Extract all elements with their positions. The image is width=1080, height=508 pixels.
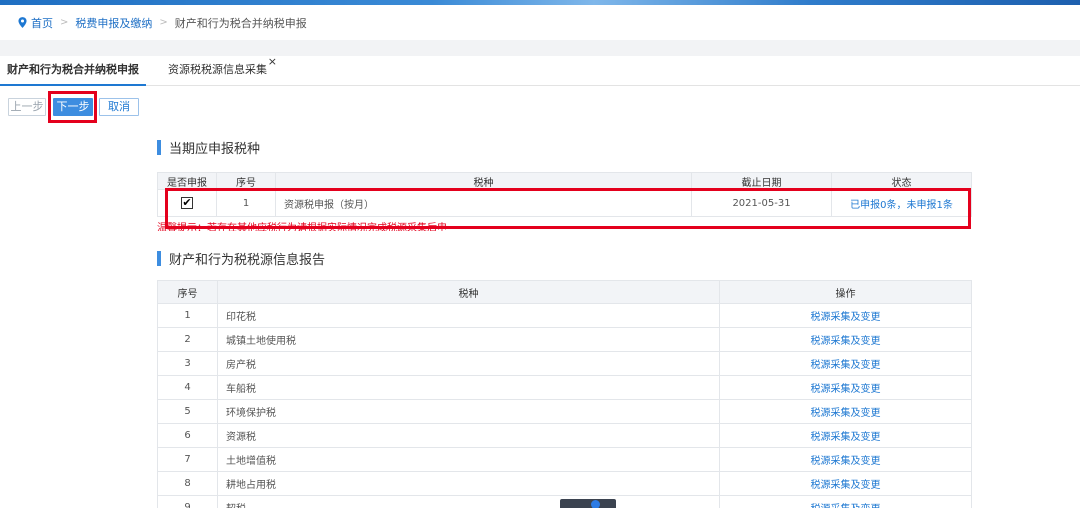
- table-header-row: 序号 税种 操作: [157, 280, 972, 304]
- section-title-text: 财产和行为税税源信息报告: [169, 253, 326, 268]
- breadcrumb-current: 财产和行为税合并纳税申报: [174, 16, 307, 30]
- table-row: 6 资源税 税源采集及变更: [157, 423, 972, 448]
- section-title-current-period: 当期应申报税种: [157, 138, 260, 157]
- cancel-button[interactable]: 取消: [99, 98, 139, 116]
- column-header: 是否申报: [157, 172, 217, 190]
- column-header: 税种: [217, 280, 720, 304]
- tax-name-cell: 印花税: [217, 303, 720, 328]
- index-cell: 5: [157, 399, 218, 424]
- index-cell: 1: [157, 303, 218, 328]
- table-row: 8 耕地占用税 税源采集及变更: [157, 471, 972, 496]
- table-header-row: 是否申报 序号 税种 截止日期 状态: [157, 172, 972, 190]
- collect-change-link[interactable]: 税源采集及变更: [719, 399, 972, 424]
- table-row: 3 房产税 税源采集及变更: [157, 351, 972, 376]
- tax-name-cell: 土地增值税: [217, 447, 720, 472]
- location-pin-icon: [18, 17, 27, 28]
- section-marker: [157, 140, 161, 155]
- tab-combined-filing[interactable]: 财产和行为税合并纳税申报: [0, 56, 146, 86]
- tax-name-cell: 房产税: [217, 351, 720, 376]
- collect-change-link[interactable]: 税源采集及变更: [719, 351, 972, 376]
- collect-change-link[interactable]: 税源采集及变更: [719, 471, 972, 496]
- breadcrumb-separator: >: [159, 17, 168, 28]
- close-icon[interactable]: ×: [268, 48, 277, 76]
- breadcrumb-home-link[interactable]: 首页: [31, 15, 53, 31]
- collect-change-link[interactable]: 税源采集及变更: [719, 375, 972, 400]
- breadcrumb-tax-filing-link[interactable]: 税费申报及缴纳: [75, 15, 152, 31]
- index-cell: 2: [157, 327, 218, 352]
- floating-toolbar[interactable]: [560, 499, 616, 508]
- index-cell: 7: [157, 447, 218, 472]
- tax-name-cell: 资源税: [217, 423, 720, 448]
- tab-label: 资源税税源信息采集: [168, 63, 267, 76]
- index-cell: 9: [157, 495, 218, 508]
- column-header: 序号: [216, 172, 276, 190]
- section-title-text: 当期应申报税种: [169, 142, 261, 157]
- tax-name-cell: 耕地占用税: [217, 471, 720, 496]
- section-title-source-report: 财产和行为税税源信息报告: [157, 249, 325, 268]
- header-divider-band: [0, 40, 1080, 56]
- table-row: 7 土地增值税 税源采集及变更: [157, 447, 972, 472]
- index-cell: 6: [157, 423, 218, 448]
- table-row: 2 城镇土地使用税 税源采集及变更: [157, 327, 972, 352]
- previous-step-button[interactable]: 上一步: [8, 98, 46, 116]
- index-cell: 4: [157, 375, 218, 400]
- index-cell: 3: [157, 351, 218, 376]
- table-row: 5 环境保护税 税源采集及变更: [157, 399, 972, 424]
- index-cell: 8: [157, 471, 218, 496]
- help-icon[interactable]: [591, 500, 600, 508]
- tax-name-cell: 车船税: [217, 375, 720, 400]
- column-header: 截止日期: [691, 172, 832, 190]
- breadcrumb: 首页 > 税费申报及缴纳 > 财产和行为税合并纳税申报: [0, 5, 1080, 40]
- collect-change-link[interactable]: 税源采集及变更: [719, 447, 972, 472]
- section-marker: [157, 251, 161, 266]
- collect-change-link[interactable]: 税源采集及变更: [719, 423, 972, 448]
- collect-change-link[interactable]: 税源采集及变更: [719, 495, 972, 508]
- highlight-box-tax-row: [165, 188, 971, 229]
- tax-name-cell: 城镇土地使用税: [217, 327, 720, 352]
- breadcrumb-separator: >: [60, 17, 69, 28]
- tab-bar: 财产和行为税合并纳税申报 资源税税源信息采集 ×: [0, 55, 1080, 86]
- column-header: 序号: [157, 280, 218, 304]
- highlight-box-next-button: [48, 91, 97, 123]
- column-header: 税种: [275, 172, 692, 190]
- tax-name-cell: 契税: [217, 495, 720, 508]
- tax-name-cell: 环境保护税: [217, 399, 720, 424]
- column-header: 操作: [719, 280, 972, 304]
- collect-change-link[interactable]: 税源采集及变更: [719, 327, 972, 352]
- tax-source-table: 序号 税种 操作 1 印花税 税源采集及变更 2 城镇土地使用税 税源采集及变更…: [157, 280, 972, 508]
- collect-change-link[interactable]: 税源采集及变更: [719, 303, 972, 328]
- column-header: 状态: [831, 172, 972, 190]
- table-row: 1 印花税 税源采集及变更: [157, 303, 972, 328]
- tab-resource-tax-collection[interactable]: 资源税税源信息采集 ×: [168, 55, 277, 86]
- table-row: 4 车船税 税源采集及变更: [157, 375, 972, 400]
